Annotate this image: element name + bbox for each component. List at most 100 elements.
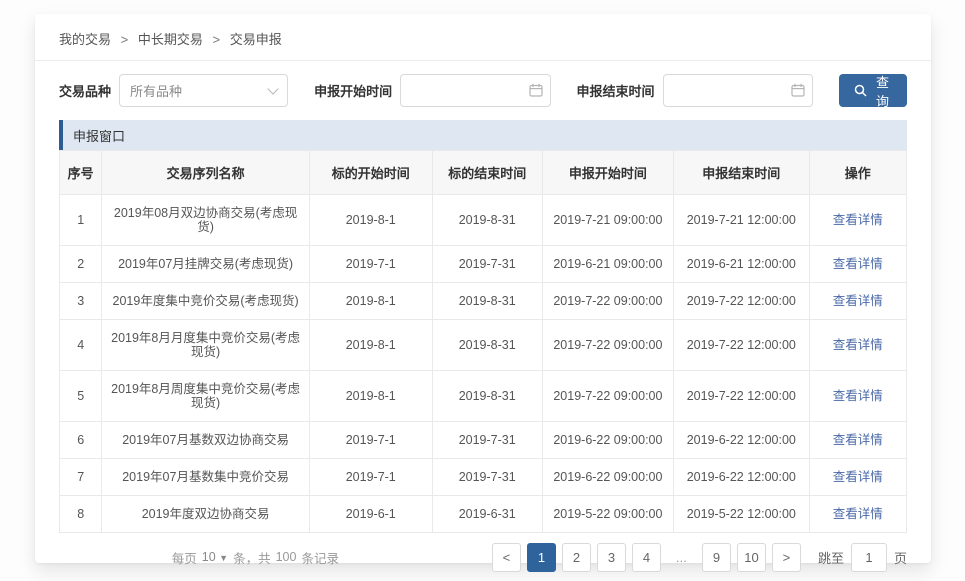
row-index: 1 [60,195,102,246]
target-start-date: 2019-8-1 [309,320,432,371]
action-cell: 查看详情 [809,496,906,533]
table-header-row: 序号 交易序列名称 标的开始时间 标的结束时间 申报开始时间 申报结束时间 操作 [60,151,907,195]
page-1-button[interactable]: 1 [527,543,556,572]
declare-start-label: 申报开始时间 [314,81,392,100]
action-cell: 查看详情 [809,195,906,246]
product-type-label: 交易品种 [59,81,111,100]
prev-page-button[interactable]: < [492,543,521,572]
action-cell: 查看详情 [809,371,906,422]
page-10-button[interactable]: 10 [737,543,766,572]
row-index: 5 [60,371,102,422]
declare-start-time: 2019-6-22 09:00:00 [542,422,673,459]
breadcrumb-my-trades[interactable]: 我的交易 [59,32,111,47]
pagination: <1234...910> [489,543,804,572]
filter-bar: 交易品种 所有品种 申报开始时间 申报结束时间 查询 [35,61,931,120]
declare-end-time: 2019-6-22 12:00:00 [674,422,810,459]
target-start-date: 2019-8-1 [309,283,432,320]
jump-label: 跳至 [818,548,844,567]
target-start-date: 2019-8-1 [309,195,432,246]
target-end-date: 2019-8-31 [432,371,542,422]
view-detail-link[interactable]: 查看详情 [833,433,883,447]
target-end-date: 2019-8-31 [432,195,542,246]
view-detail-link[interactable]: 查看详情 [833,507,883,521]
jump-page-input[interactable] [851,543,887,572]
view-detail-link[interactable]: 查看详情 [833,257,883,271]
row-index: 8 [60,496,102,533]
view-detail-link[interactable]: 查看详情 [833,470,883,484]
breadcrumb-separator: > [213,32,221,47]
page-2-button[interactable]: 2 [562,543,591,572]
declaration-table: 序号 交易序列名称 标的开始时间 标的结束时间 申报开始时间 申报结束时间 操作… [59,150,907,533]
header-index: 序号 [60,151,102,195]
page-size-select[interactable]: 10 ▼ [202,550,228,564]
view-detail-link[interactable]: 查看详情 [833,338,883,352]
target-end-date: 2019-6-31 [432,496,542,533]
breadcrumb-declaration[interactable]: 交易申报 [230,32,282,47]
target-end-date: 2019-7-31 [432,422,542,459]
declare-end-time: 2019-7-21 12:00:00 [674,195,810,246]
search-button[interactable]: 查询 [839,74,907,107]
target-start-date: 2019-6-1 [309,496,432,533]
search-button-label: 查询 [873,72,892,110]
table-row: 42019年8月月度集中竞价交易(考虑现货)2019-8-12019-8-312… [60,320,907,371]
row-index: 2 [60,246,102,283]
declare-end-time: 2019-6-21 12:00:00 [674,246,810,283]
table-footer: 每页 10 ▼ 条，共 100 条记录 <1234...910> 跳至 页 [59,533,907,581]
declare-start-time: 2019-5-22 09:00:00 [542,496,673,533]
declare-end-time: 2019-7-22 12:00:00 [674,283,810,320]
chevron-down-icon [267,83,278,94]
declare-start-time: 2019-6-22 09:00:00 [542,459,673,496]
table-row: 62019年07月基数双边协商交易2019-7-12019-7-312019-6… [60,422,907,459]
target-end-date: 2019-8-31 [432,320,542,371]
breadcrumb-midlong-term[interactable]: 中长期交易 [138,32,203,47]
header-declare-start: 申报开始时间 [542,151,673,195]
section-title: 申报窗口 [73,126,125,145]
product-type-select[interactable]: 所有品种 [119,74,288,107]
header-target-end: 标的结束时间 [432,151,542,195]
product-type-value: 所有品种 [130,81,182,100]
caret-down-icon: ▼ [219,553,228,563]
table-row: 52019年8月周度集中竞价交易(考虑现货)2019-8-12019-8-312… [60,371,907,422]
declare-start-time: 2019-7-22 09:00:00 [542,371,673,422]
view-detail-link[interactable]: 查看详情 [833,294,883,308]
header-series-name: 交易序列名称 [102,151,310,195]
calendar-icon[interactable] [791,83,805,102]
next-page-button[interactable]: > [772,543,801,572]
table-row: 72019年07月基数集中竞价交易2019-7-12019-7-312019-6… [60,459,907,496]
page-3-button[interactable]: 3 [597,543,626,572]
series-name: 2019年度集中竞价交易(考虑现货) [102,283,310,320]
page-4-button[interactable]: 4 [632,543,661,572]
page-9-button[interactable]: 9 [702,543,731,572]
target-end-date: 2019-8-31 [432,283,542,320]
action-cell: 查看详情 [809,422,906,459]
declare-end-time: 2019-7-22 12:00:00 [674,371,810,422]
target-end-date: 2019-7-31 [432,459,542,496]
view-detail-link[interactable]: 查看详情 [833,213,883,227]
page-ellipsis: ... [667,543,696,572]
declare-start-time: 2019-7-22 09:00:00 [542,283,673,320]
declare-end-field [663,74,813,107]
declare-end-time: 2019-7-22 12:00:00 [674,320,810,371]
row-index: 7 [60,459,102,496]
page-jump: 跳至 页 [818,543,907,572]
view-detail-link[interactable]: 查看详情 [833,389,883,403]
per-page-prefix: 每页 [172,548,197,567]
row-index: 4 [60,320,102,371]
header-declare-end: 申报结束时间 [674,151,810,195]
per-page-suffix: 条记录 [301,548,339,567]
per-page-middle: 条，共 [233,548,271,567]
action-cell: 查看详情 [809,283,906,320]
row-index: 6 [60,422,102,459]
calendar-icon[interactable] [529,83,543,102]
target-start-date: 2019-7-1 [309,459,432,496]
content-card: 我的交易 > 中长期交易 > 交易申报 交易品种 所有品种 申报开始时间 申报结… [35,14,931,563]
target-start-date: 2019-7-1 [309,422,432,459]
action-cell: 查看详情 [809,246,906,283]
row-index: 3 [60,283,102,320]
breadcrumb-separator: > [121,32,129,47]
declare-start-time: 2019-7-21 09:00:00 [542,195,673,246]
series-name: 2019年08月双边协商交易(考虑现货) [102,195,310,246]
action-cell: 查看详情 [809,320,906,371]
table-row: 12019年08月双边协商交易(考虑现货)2019-8-12019-8-3120… [60,195,907,246]
jump-suffix: 页 [894,548,907,567]
